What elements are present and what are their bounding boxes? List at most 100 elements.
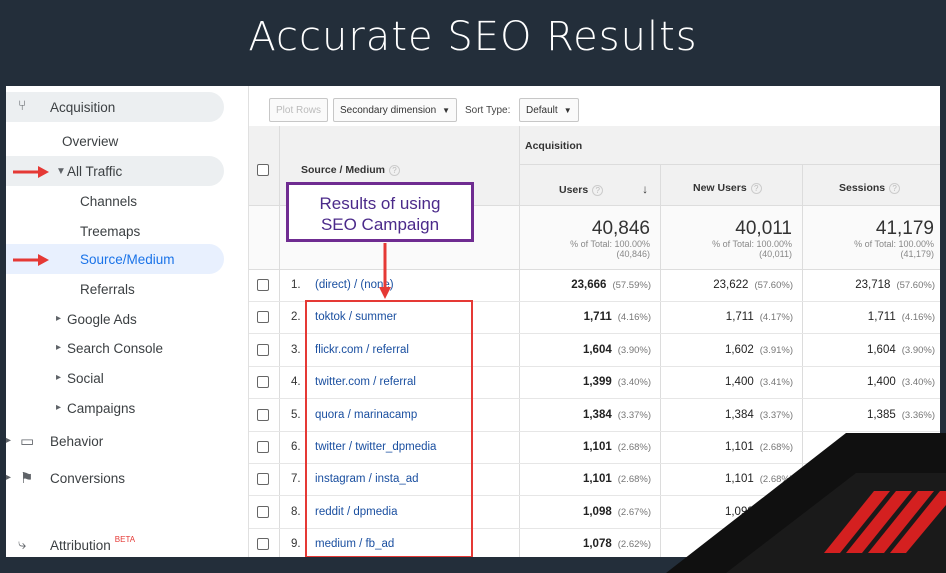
secondary-dimension-dropdown[interactable]: Secondary dimension ▼ (333, 98, 458, 122)
row-number: 3. (291, 343, 301, 356)
row-checkbox[interactable] (257, 311, 269, 324)
callout-line-1: Results of using (319, 194, 441, 213)
row-number: 6. (291, 441, 301, 453)
sidebar-item-campaigns[interactable]: ▸ Campaigns (6, 393, 135, 423)
cell-percent: (3.40%) (617, 377, 651, 389)
sort-type-dropdown[interactable]: Default ▼ (519, 98, 579, 122)
secondary-dimension-label: Secondary dimension (340, 104, 437, 116)
cell-value: 1,399 (582, 376, 612, 389)
col-header-new-users[interactable]: New Users? (693, 182, 762, 194)
sidebar-label-overview: Overview (62, 133, 119, 149)
row-number: 8. (291, 505, 301, 518)
sidebar-label-channels: Channels (80, 193, 138, 209)
sidebar-label-attribution: Attribution (50, 537, 111, 553)
total-sessions-abs: (41,179) (900, 249, 934, 259)
sidebar-item-acquisition[interactable]: ⑂ Acquisition (6, 92, 226, 122)
dropdown-caret-icon: ▼ (442, 105, 451, 115)
cell-users: 1,604 (3.90%) (583, 344, 651, 356)
cell-value: 1,604 (866, 343, 896, 356)
red-arrow-icon (13, 254, 49, 266)
col-header-sessions[interactable]: Sessions? (839, 182, 901, 194)
cell-percent: (57.60%) (754, 280, 793, 291)
cell-percent: (2.68%) (617, 442, 651, 453)
flag-icon: ⚑ (20, 470, 34, 487)
toolbar: Plot Rows Secondary dimension ▼ Sort Typ… (249, 86, 940, 124)
banner-title: Accurate SEO Results (248, 14, 698, 60)
sidebar-label-conversions: Conversions (50, 470, 126, 486)
total-new-users-abs: (40,011) (759, 249, 792, 259)
row-checkbox[interactable] (257, 408, 269, 421)
row-checkbox[interactable] (257, 343, 269, 356)
table-row: 1. (direct) / (none) 23,666 (57.59%) 23,622(… (249, 270, 940, 302)
cell-percent: (4.17%) (759, 312, 793, 324)
sidebar-item-google-ads[interactable]: ▸ Google Ads (6, 304, 137, 334)
row-checkbox[interactable] (257, 538, 269, 551)
sidebar-label-behavior: Behavior (50, 433, 104, 449)
row-number: 5. (291, 408, 301, 421)
cell-users: 1,101 (2.68%) (583, 473, 651, 485)
highlight-red-box (305, 300, 473, 557)
cell-value: 1,711 (867, 311, 896, 324)
row-checkbox[interactable] (257, 473, 269, 486)
cell-value: 23,666 (571, 279, 607, 291)
sidebar-item-conversions[interactable]: ▸ ⚑ Conversions (6, 463, 125, 493)
total-users: 40,846 (591, 218, 650, 239)
sidebar-item-referrals[interactable]: Referrals (6, 274, 135, 304)
sidebar-label-all-traffic: All Traffic (67, 163, 123, 179)
total-new-users-pct: % of Total: 100.00% (712, 239, 792, 249)
sidebar-item-overview[interactable]: Overview (6, 126, 118, 156)
sidebar-item-social[interactable]: ▸ Social (6, 363, 104, 393)
sidebar-item-search-console[interactable]: ▸ Search Console (6, 333, 163, 363)
cell-sessions: 1,385 (3.36%) (867, 409, 935, 421)
sort-type-value: Default (526, 104, 558, 116)
total-new-users: 40,011 (735, 218, 792, 239)
sidebar-item-channels[interactable]: Channels (6, 186, 137, 216)
cell-value: 1,602 (724, 343, 754, 356)
cell-value: 1,101 (582, 473, 612, 486)
cell-percent: (2.68%) (617, 474, 651, 486)
cell-users: 1,078 (2.62%) (583, 538, 651, 550)
decorative-stripes (666, 433, 946, 573)
cell-value: 1,098 (582, 505, 612, 518)
cell-percent: (4.16%) (617, 312, 651, 324)
cell-percent: (3.90%) (617, 344, 651, 356)
red-down-arrow-icon (379, 243, 391, 299)
total-sessions-pct: % of Total: 100.00% (854, 239, 934, 249)
col-new-users-label: New Users (693, 182, 747, 194)
callout-line-2: SEO Campaign (320, 215, 440, 234)
callout-box: Results of using SEO Campaign (286, 182, 474, 242)
cell-percent: (57.59%) (612, 280, 651, 291)
col-header-users[interactable]: Users? ↓ (559, 182, 648, 196)
cell-new-users: 23,622 (57.60%) (713, 279, 793, 291)
sidebar-item-treemaps[interactable]: Treemaps (6, 216, 140, 246)
row-checkbox[interactable] (257, 441, 269, 453)
dim-header[interactable]: Source / Medium? (301, 164, 401, 176)
cell-value: 23,622 (713, 279, 749, 291)
sidebar-label-referrals: Referrals (80, 281, 135, 297)
cell-value: 1,400 (724, 376, 754, 389)
row-checkbox[interactable] (257, 279, 269, 291)
cell-new-users: 1,711 (4.17%) (726, 311, 793, 323)
sidebar-item-attribution[interactable]: ⤷ Attribution BETA (6, 530, 135, 557)
select-all-checkbox[interactable] (257, 164, 269, 176)
help-icon: ? (389, 164, 401, 176)
caret-right-icon: ▸ (56, 342, 62, 353)
cell-percent: (3.36%) (901, 409, 935, 421)
sort-down-arrow-icon: ↓ (642, 182, 649, 196)
plot-rows-button[interactable]: Plot Rows (269, 98, 329, 122)
row-number: 7. (291, 473, 301, 486)
cell-value: 1,400 (866, 376, 896, 389)
row-checkbox[interactable] (257, 505, 269, 518)
row-checkbox[interactable] (257, 376, 269, 389)
cell-value: 1,711 (725, 311, 754, 324)
cell-value: 1,384 (582, 408, 612, 421)
cell-users: 23,666 (57.59%) (571, 279, 651, 291)
caret-right-icon: ▸ (56, 313, 62, 324)
cell-percent: (3.37%) (617, 409, 651, 421)
cell-percent: (3.40%) (901, 377, 935, 389)
cell-value: 23,718 (855, 279, 891, 291)
sidebar-item-behavior[interactable]: ▸ ▭ Behavior (6, 426, 103, 456)
cell-value: 1,385 (866, 408, 896, 421)
cell-percent: (3.37%) (759, 409, 793, 421)
sidebar-label-acquisition: Acquisition (50, 99, 116, 115)
